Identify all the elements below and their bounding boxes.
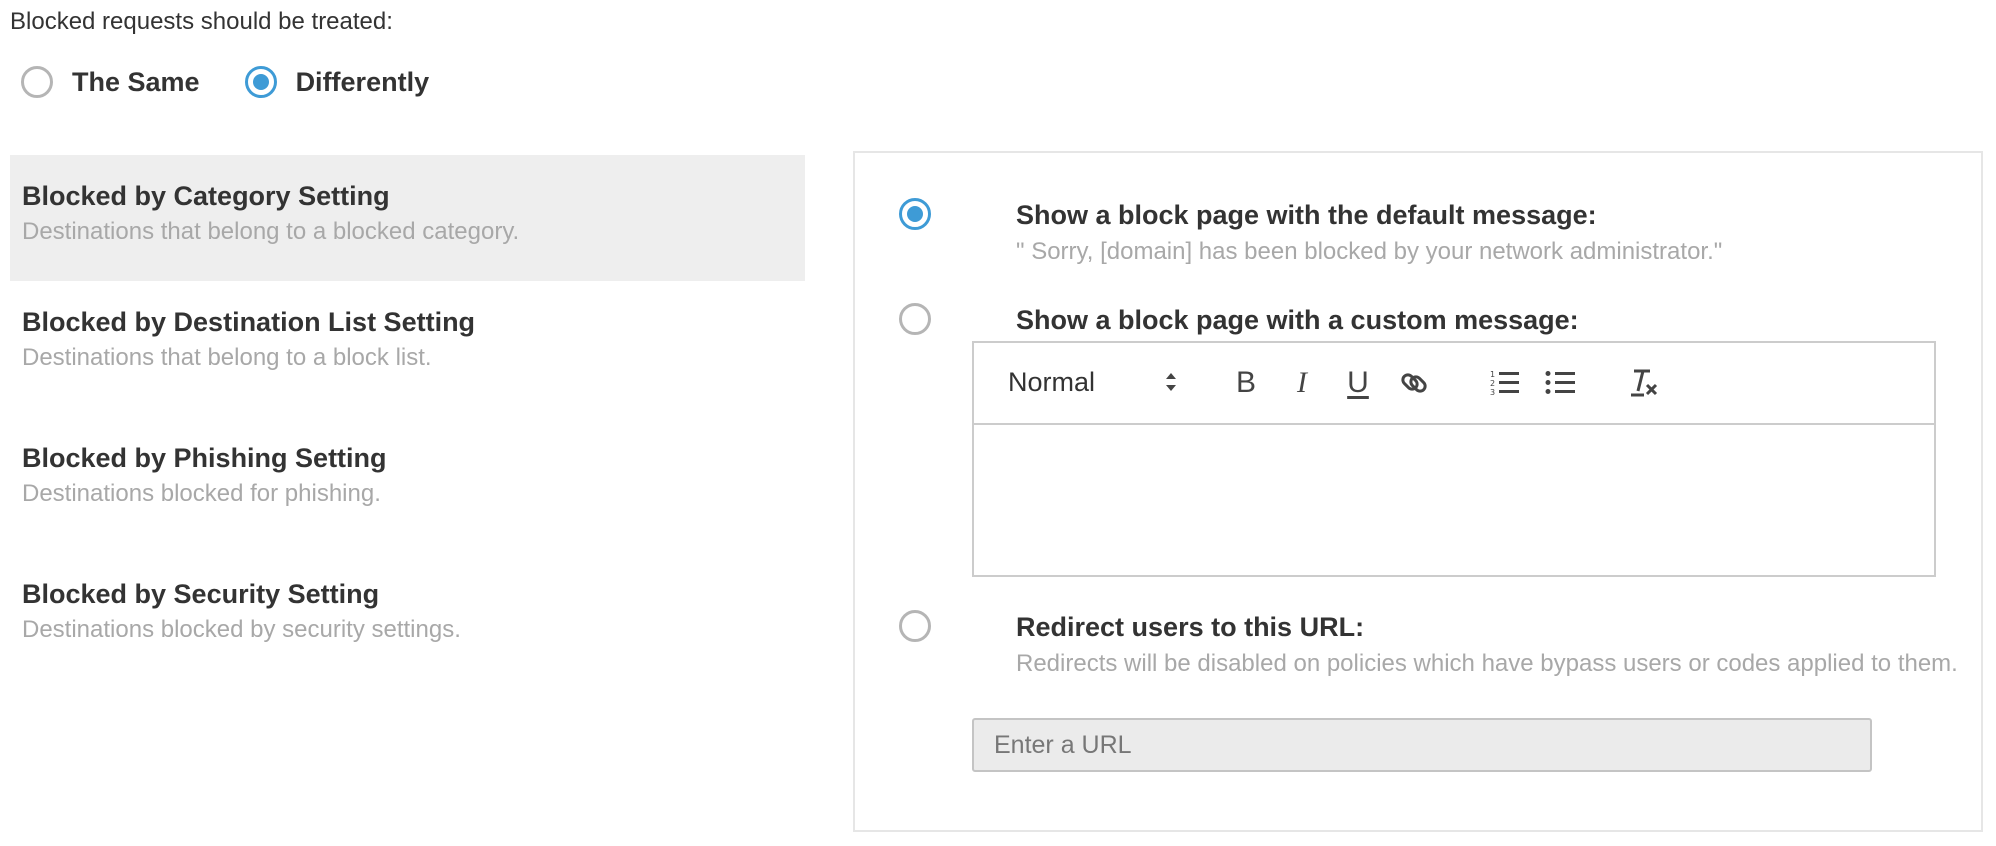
block-page-settings-panel: Show a block page with the default messa…: [853, 151, 1983, 832]
format-select[interactable]: Normal: [1008, 367, 1178, 398]
italic-icon: I: [1297, 366, 1307, 399]
bullet-list-button[interactable]: [1543, 365, 1579, 401]
editor-toolbar: Normal B I U 1 2 3: [974, 343, 1934, 425]
underline-icon: U: [1347, 366, 1369, 399]
category-item-destination-list[interactable]: Blocked by Destination List Setting Dest…: [10, 281, 805, 417]
treatment-prompt: Blocked requests should be treated:: [10, 8, 393, 35]
option-default-message-title: Show a block page with the default messa…: [1016, 200, 1597, 230]
option-redirect-title: Redirect users to this URL:: [1016, 612, 1365, 642]
treatment-option-same[interactable]: The Same: [21, 66, 200, 98]
option-custom-message-title: Show a block page with a custom message:: [1016, 305, 1579, 335]
italic-button[interactable]: I: [1284, 365, 1320, 401]
editor-content-area[interactable]: [974, 425, 1934, 575]
bold-icon: B: [1235, 366, 1256, 399]
category-item-security[interactable]: Blocked by Security Setting Destinations…: [10, 553, 805, 689]
category-item-category[interactable]: Blocked by Category Setting Destinations…: [10, 155, 805, 281]
treatment-option-differently-label: Differently: [295, 66, 430, 97]
radio-custom-message[interactable]: [899, 303, 931, 335]
radio-same[interactable]: [21, 66, 53, 98]
treatment-option-differently[interactable]: Differently: [244, 66, 430, 98]
option-default-message-text: " Sorry, [domain] has been blocked by yo…: [1016, 238, 1723, 265]
category-item-description: Destinations blocked by security setting…: [22, 616, 461, 643]
format-select-value: Normal: [1008, 367, 1096, 397]
block-category-list: Blocked by Category Setting Destinations…: [10, 155, 805, 689]
svg-text:1: 1: [1490, 370, 1495, 379]
category-item-title: Blocked by Category Setting: [22, 181, 390, 211]
category-item-phishing[interactable]: Blocked by Phishing Setting Destinations…: [10, 417, 805, 553]
category-item-title: Blocked by Security Setting: [22, 579, 380, 609]
category-item-description: Destinations blocked for phishing.: [22, 480, 381, 507]
radio-redirect[interactable]: [899, 610, 931, 642]
clear-format-icon: [1631, 369, 1658, 397]
bold-button[interactable]: B: [1228, 365, 1264, 401]
category-item-title: Blocked by Destination List Setting: [22, 307, 476, 337]
treatment-radio-group: The Same Differently: [21, 66, 429, 98]
category-item-title: Blocked by Phishing Setting: [22, 443, 387, 473]
redirect-url-input[interactable]: [972, 718, 1872, 772]
link-button[interactable]: [1396, 365, 1432, 401]
treatment-option-same-label: The Same: [72, 66, 200, 97]
svg-text:2: 2: [1490, 379, 1495, 388]
underline-button[interactable]: U: [1340, 365, 1376, 401]
bullet-list-icon: [1545, 371, 1575, 394]
rich-text-editor: Normal B I U 1 2 3: [972, 341, 1936, 577]
clear-format-button[interactable]: [1626, 365, 1662, 401]
link-icon: [1401, 373, 1427, 393]
radio-default-message[interactable]: [899, 198, 931, 230]
radio-differently[interactable]: [244, 66, 277, 98]
ordered-list-button[interactable]: 1 2 3: [1487, 365, 1523, 401]
category-item-description: Destinations that belong to a blocked ca…: [22, 218, 520, 245]
select-arrows-icon: [1166, 373, 1176, 391]
ordered-list-icon: 1 2 3: [1490, 370, 1519, 397]
option-redirect-description: Redirects will be disabled on policies w…: [1016, 650, 1958, 677]
category-item-description: Destinations that belong to a block list…: [22, 344, 432, 371]
svg-text:3: 3: [1490, 388, 1495, 397]
